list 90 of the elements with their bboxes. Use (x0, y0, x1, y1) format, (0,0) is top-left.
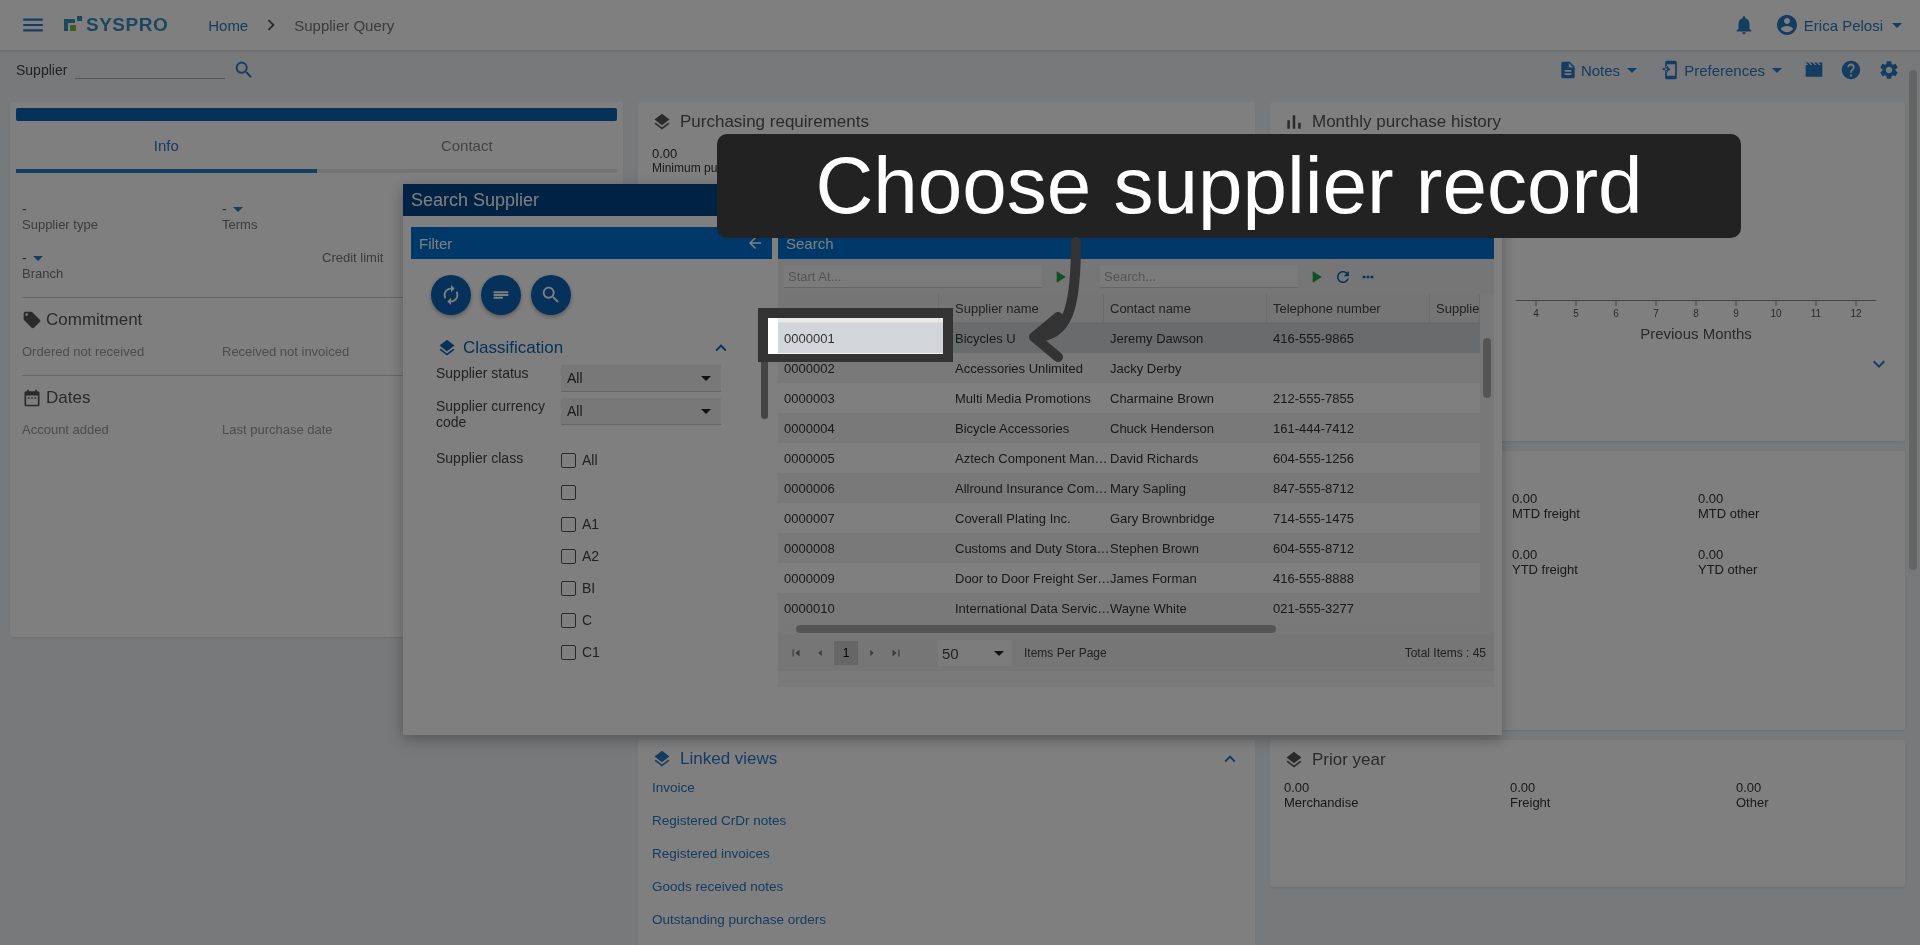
table-cell: Chuck Henderson (1110, 420, 1215, 436)
field-label: MTD other (1698, 506, 1761, 521)
table-cell: Door to Door Freight Ser… (955, 570, 1111, 586)
field-value: - (22, 201, 28, 217)
checkbox-label: A1 (582, 516, 600, 532)
table-cell: 416-555-8888 (1273, 570, 1354, 586)
field-label: MTD freight (1512, 506, 1581, 521)
field-label: Other (1736, 795, 1770, 810)
section-title: Dates (46, 388, 91, 408)
table-cell: Stephen Brown (1110, 540, 1199, 556)
callout: Choose supplier record (717, 134, 1741, 238)
panel-title: Prior year (1312, 750, 1386, 770)
field-value: 0.00 (1736, 780, 1763, 795)
tick-label: 9 (1732, 308, 1740, 319)
table-cell: 0000009 (784, 570, 835, 586)
tick-label: 6 (1612, 308, 1620, 319)
table-cell: 416-555-9865 (1273, 330, 1354, 346)
checkbox-label: C (582, 612, 593, 628)
field-label: YTD freight (1512, 562, 1579, 577)
field-label: Supplier class (436, 449, 525, 466)
table-cell: Bicycles U (955, 330, 1016, 346)
table-cell: Gary Brownbridge (1110, 510, 1215, 526)
table-cell: 604-555-1256 (1273, 450, 1354, 466)
panel-title: Monthly purchase history (1312, 112, 1501, 132)
field-value: 0.00 (1512, 491, 1539, 506)
tick-label: 7 (1652, 308, 1660, 319)
table-cell: 0000004 (784, 420, 835, 436)
table-cell: 161-444-7412 (1273, 420, 1354, 436)
table-cell: 021-555-3277 (1273, 600, 1354, 616)
field-label: Terms (222, 217, 259, 232)
table-cell: Aztech Component Man… (955, 450, 1108, 466)
table-cell: Customs and Duty Stora… (955, 540, 1110, 556)
field-label: Freight (1510, 795, 1552, 810)
table-cell: 0000007 (784, 510, 835, 526)
field-label: Supplier status (436, 365, 530, 381)
tick-label: 11 (1809, 308, 1823, 319)
table-cell: David Richards (1110, 450, 1199, 466)
panel-title: Linked views (680, 749, 778, 769)
table-cell: 0000005 (784, 450, 835, 466)
table-cell: Accessories Unlimited (955, 360, 1083, 376)
table-cell: Charmaine Brown (1110, 390, 1215, 406)
field-value: 0.00 (1512, 547, 1539, 562)
table-cell: Wayne White (1110, 600, 1187, 616)
field-value: 0.00 (1510, 780, 1537, 795)
checkbox-label: BI (582, 580, 596, 596)
axis-label: Previous Months (1639, 324, 1753, 342)
table-cell: Jeremy Dawson (1110, 330, 1204, 346)
field-value: 0.00 (1284, 780, 1311, 795)
table-cell: 847-555-8712 (1273, 480, 1354, 496)
tick-label: 8 (1692, 308, 1700, 319)
table-cell: 0000008 (784, 540, 835, 556)
field-value: 0.00 (1698, 547, 1725, 562)
table-cell: Allround Insurance Com… (955, 480, 1108, 496)
table-cell: Jacky Derby (1110, 360, 1182, 376)
table-cell: 0000010 (784, 600, 835, 616)
tick-label: 10 (1769, 308, 1783, 319)
table-cell: 0000006 (784, 480, 835, 496)
page-size-label: Items Per Page (1024, 646, 1107, 660)
field-label: Credit limit (322, 250, 385, 265)
field-label: Branch (22, 266, 65, 281)
field-label: Minimum pu (652, 161, 719, 175)
panel-title: Purchasing requirements (680, 112, 869, 132)
table-cell: Multi Media Promotions (955, 390, 1091, 406)
table-cell: International Data Servic… (955, 600, 1111, 616)
table-cell: James Forman (1110, 570, 1197, 586)
table-cell: Mary Sapling (1110, 480, 1186, 496)
table-cell: 212-555-7855 (1273, 390, 1354, 406)
field-value: 0.00 (652, 146, 679, 161)
table-cell: 0000002 (784, 360, 835, 376)
table-cell: 714-555-1475 (1273, 510, 1354, 526)
panel-title: Filter (419, 234, 453, 252)
tick-label: 12 (1849, 308, 1863, 319)
field-value: 0.00 (1698, 491, 1725, 506)
field-label: YTD other (1698, 562, 1759, 577)
table-cell: 0000001 (784, 330, 835, 346)
field-label: Merchandise (1284, 795, 1360, 810)
total-items: Total Items : 45 (1404, 646, 1486, 660)
field-label: Supplier currency code (436, 398, 546, 430)
field-label: Supplier type (22, 217, 99, 232)
breadcrumb: Supplier Query (294, 16, 395, 34)
tick-label: 4 (1532, 308, 1540, 319)
checkbox-label: A2 (582, 548, 600, 564)
tick-label: 5 (1572, 308, 1580, 319)
table-cell: Coverall Plating Inc. (955, 510, 1071, 526)
checkbox-label: All (582, 452, 598, 468)
checkbox-label: C1 (582, 644, 600, 660)
table-cell: 604-555-8712 (1273, 540, 1354, 556)
table-cell: Bicycle Accessories (955, 420, 1070, 436)
table-cell: 0000003 (784, 390, 835, 406)
section-title: Commitment (46, 310, 143, 330)
